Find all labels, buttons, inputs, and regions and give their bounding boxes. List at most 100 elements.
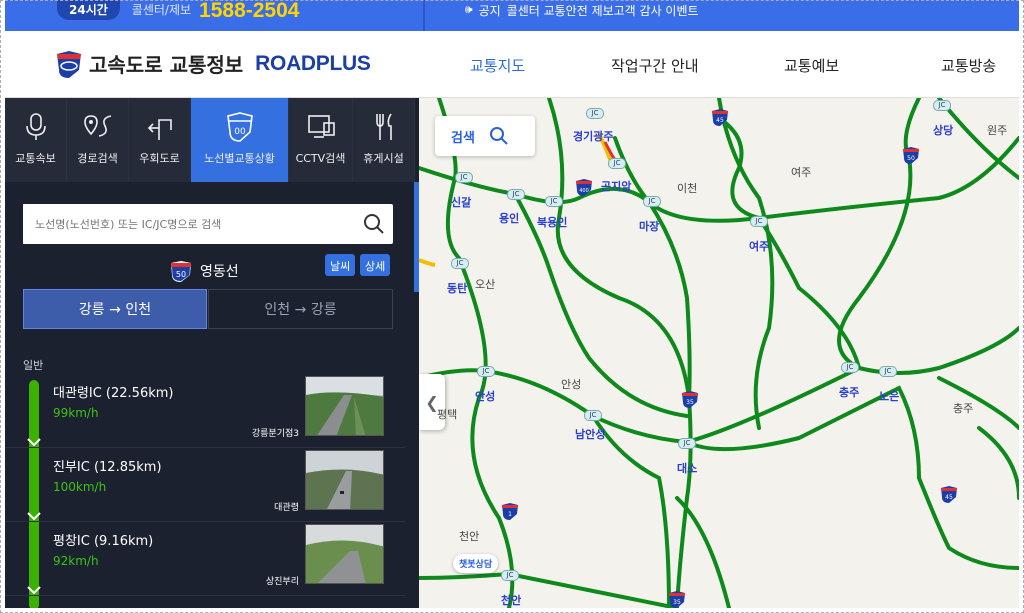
jc-marker[interactable]: JC xyxy=(545,196,563,207)
place-label: 이천 xyxy=(677,182,698,195)
tab-route-traffic[interactable]: 00 노선별교통상황 xyxy=(191,98,289,182)
traffic-map[interactable]: 검색 ❮ 경기광주 곤지암 이천 신갈 용인 북용인 마장 여주 여주 동탄 오… xyxy=(419,98,1019,608)
ic-label[interactable]: 곤지암 xyxy=(601,178,631,194)
jc-marker[interactable]: JC xyxy=(608,158,626,169)
ic-label[interactable]: 여주 xyxy=(749,238,769,254)
tab-cctv[interactable]: CCTV검색 xyxy=(289,98,353,182)
tab-label: 우회도로 xyxy=(139,152,180,165)
top-bar: 24시간 콜센터/제보 1588-2504 🕪 공지 콜센터 교통안전 제보고객… xyxy=(5,0,1019,31)
nav-work-zone[interactable]: 작업구간 안내 xyxy=(611,55,699,76)
weather-button[interactable]: 날씨 xyxy=(325,254,356,276)
jc-marker[interactable]: JC xyxy=(507,189,525,200)
tab-route-search[interactable]: 경로검색 xyxy=(67,98,129,182)
cctv-monitor-icon xyxy=(307,115,335,138)
place-label: 평택 xyxy=(437,408,458,421)
svg-text:35: 35 xyxy=(673,599,681,606)
jc-marker[interactable]: JC xyxy=(586,108,604,119)
ic-label[interactable]: 충주 xyxy=(839,384,859,400)
cctv-thumbnail[interactable] xyxy=(305,376,384,436)
direction-tab-gangneung-incheon[interactable]: 강릉 → 인천 xyxy=(23,289,207,329)
ic-label[interactable]: 마장 xyxy=(639,218,659,234)
detour-arrow-icon xyxy=(147,119,172,140)
road-network xyxy=(419,98,1019,608)
svg-text:400: 400 xyxy=(579,188,589,194)
ic-name: 평창IC (9.16km) xyxy=(53,534,154,549)
route-name: 영동선 xyxy=(200,264,239,280)
tab-label: 휴게시설 xyxy=(363,152,404,165)
site-logo[interactable]: 고속도로 교통정보 ROADPLUS xyxy=(55,49,371,78)
place-label: 원주 xyxy=(987,124,1008,137)
jc-marker[interactable]: JC xyxy=(501,570,519,581)
detail-button[interactable]: 상세 xyxy=(360,254,391,276)
ic-label[interactable]: 경기광주 xyxy=(573,128,613,144)
tab-traffic-news[interactable]: 교통속보 xyxy=(5,98,67,182)
ic-speed: 99km/h xyxy=(53,406,99,420)
chevron-down-icon xyxy=(27,512,41,521)
nav-traffic-map[interactable]: 교통지도 xyxy=(470,55,525,76)
ic-label[interactable]: 노은 xyxy=(879,388,899,404)
ic-label[interactable]: 북용인 xyxy=(537,214,567,230)
search-icon[interactable] xyxy=(363,213,385,235)
sidebar-panel: 교통속보 경로검색 우회도로 00 노선별교통상황 CCTV검색 휴게시설 50… xyxy=(5,98,419,608)
place-label: 충주 xyxy=(953,402,974,415)
tab-detour[interactable]: 우회도로 xyxy=(129,98,191,182)
ic-label[interactable]: 동탄 xyxy=(447,280,467,296)
microphone-icon xyxy=(25,113,46,140)
map-search-label: 검색 xyxy=(451,130,475,146)
notice-text[interactable]: 콜센터 교통안전 제보고객 감사 이벤트 xyxy=(507,2,699,19)
jc-marker[interactable]: JC xyxy=(750,216,768,227)
callcenter-phone[interactable]: 1588-2504 xyxy=(199,0,299,23)
svg-text:45: 45 xyxy=(716,117,724,124)
route-title: 50 영동선 xyxy=(170,260,239,282)
svg-text:50: 50 xyxy=(907,155,915,162)
callcenter-label: 콜센터/제보 xyxy=(131,3,192,17)
ic-label[interactable]: 남안성 xyxy=(575,426,605,442)
cctv-thumbnail[interactable] xyxy=(305,524,384,584)
jc-marker[interactable]: JC xyxy=(879,366,897,377)
jc-marker[interactable]: JC xyxy=(584,410,602,421)
svg-text:35: 35 xyxy=(686,399,694,406)
ic-name: 대관령IC (22.56km) xyxy=(53,386,174,401)
tab-label: 노선별교통상황 xyxy=(204,152,275,165)
logo-korean-text: 고속도로 교통정보 xyxy=(89,53,244,77)
top-bar-divider xyxy=(423,0,425,31)
svg-text:45: 45 xyxy=(945,494,953,501)
highway-shield-icon: 35 xyxy=(682,391,698,408)
ic-label[interactable]: 천안 xyxy=(501,592,521,608)
route-pin-icon xyxy=(83,115,111,137)
ic-label[interactable]: 용인 xyxy=(499,210,519,226)
chatbot-button[interactable]: 챗봇상담 xyxy=(453,554,499,573)
ic-label[interactable]: 대소 xyxy=(677,460,697,476)
place-label: 천안 xyxy=(459,530,480,543)
ex-shield-logo-icon xyxy=(57,50,81,78)
jc-marker[interactable]: JC xyxy=(678,438,696,449)
jc-marker[interactable]: JC xyxy=(455,172,473,183)
jc-marker[interactable]: JC xyxy=(451,258,469,269)
logo-roadplus-text: ROADPLUS xyxy=(255,51,371,75)
list-item[interactable]: 대관령IC (22.56km) 99km/h 강릉분기점3 xyxy=(5,374,405,448)
nav-traffic-broadcast[interactable]: 교통방송 xyxy=(941,55,996,76)
search-icon xyxy=(489,127,508,145)
ic-label[interactable]: 안성 xyxy=(475,388,495,404)
nav-traffic-forecast[interactable]: 교통예보 xyxy=(784,55,839,76)
ic-speed: 100km/h xyxy=(53,480,107,494)
jc-marker[interactable]: JC xyxy=(477,366,495,377)
highway-shield-icon: 1 xyxy=(502,503,518,520)
list-item[interactable]: 평창IC (9.16km) 92km/h 상진부리 xyxy=(5,522,405,596)
jc-marker[interactable]: JC xyxy=(841,362,859,373)
notice-ticker[interactable]: 🕪 공지 콜센터 교통안전 제보고객 감사 이벤트 xyxy=(465,2,699,19)
highway-shield-icon: 00 xyxy=(226,112,253,142)
ic-label[interactable]: 신갈 xyxy=(451,194,471,210)
header: 고속도로 교통정보 ROADPLUS 교통지도 작업구간 안내 교통예보 교통방… xyxy=(5,31,1019,98)
map-search-button[interactable]: 검색 xyxy=(435,116,535,156)
24h-badge: 24시간 xyxy=(57,0,120,20)
list-item[interactable]: 진부IC (12.85km) 100km/h 대관령 xyxy=(5,448,405,522)
ic-label[interactable]: 상당 xyxy=(933,122,953,138)
route-search-input[interactable] xyxy=(23,204,343,244)
speaker-icon: 🕪 xyxy=(465,2,473,16)
tab-rest-area[interactable]: 휴게시설 xyxy=(353,98,415,182)
jc-marker[interactable]: JC xyxy=(643,196,661,207)
jc-marker[interactable]: JC xyxy=(933,100,951,111)
cctv-thumbnail[interactable] xyxy=(305,450,384,510)
direction-tab-incheon-gangneung[interactable]: 인천 → 강릉 xyxy=(208,289,393,329)
